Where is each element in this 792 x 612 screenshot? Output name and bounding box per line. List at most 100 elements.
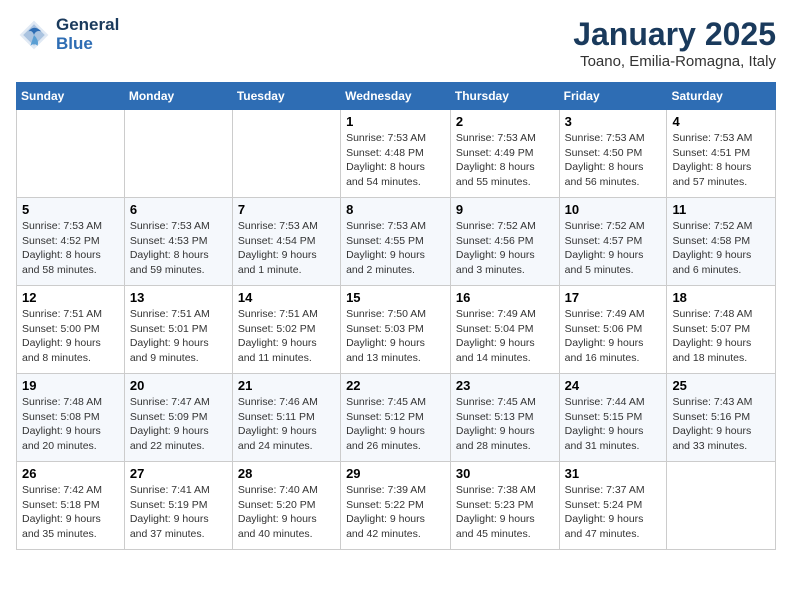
calendar-week-row: 1 Sunrise: 7:53 AM Sunset: 4:48 PM Daylig… [17,110,776,198]
calendar-cell: 26 Sunrise: 7:42 AM Sunset: 5:18 PM Dayli… [17,462,125,550]
day-info: Sunrise: 7:43 AM Sunset: 5:16 PM Dayligh… [672,395,770,454]
day-info: Sunrise: 7:45 AM Sunset: 5:13 PM Dayligh… [456,395,554,454]
calendar-cell: 23Sunrise: 7:45 AM Sunset: 5:13 PM Dayli… [450,374,559,462]
day-info: Sunrise: 7:45 AM Sunset: 5:12 PM Dayligh… [346,395,445,454]
calendar-cell: 1 Sunrise: 7:53 AM Sunset: 4:48 PM Daylig… [341,110,451,198]
day-number: 26 [22,466,119,481]
calendar-cell: 3 Sunrise: 7:53 AM Sunset: 4:50 PM Daylig… [559,110,667,198]
day-number: 3 [565,114,662,129]
title-block: January 2025 Toano, Emilia-Romagna, Ital… [573,16,776,70]
day-number: 21 [238,378,335,393]
calendar-cell [667,462,776,550]
day-number: 16 [456,290,554,305]
calendar-cell: 4Sunrise: 7:53 AM Sunset: 4:51 PM Daylig… [667,110,776,198]
day-number: 7 [238,202,335,217]
day-info: Sunrise: 7:48 AM Sunset: 5:08 PM Dayligh… [22,395,119,454]
day-info: Sunrise: 7:49 AM Sunset: 5:06 PM Dayligh… [565,307,662,366]
calendar-table: SundayMondayTuesdayWednesdayThursdayFrid… [16,82,776,550]
weekday-header: Monday [124,83,232,110]
calendar-cell: 5 Sunrise: 7:53 AM Sunset: 4:52 PM Daylig… [17,198,125,286]
calendar-cell: 17Sunrise: 7:49 AM Sunset: 5:06 PM Dayli… [559,286,667,374]
calendar-cell: 16 Sunrise: 7:49 AM Sunset: 5:04 PM Dayli… [450,286,559,374]
calendar-cell: 2 Sunrise: 7:53 AM Sunset: 4:49 PM Daylig… [450,110,559,198]
day-number: 29 [346,466,445,481]
day-info: Sunrise: 7:38 AM Sunset: 5:23 PM Dayligh… [456,483,554,542]
day-info: Sunrise: 7:52 AM Sunset: 4:57 PM Dayligh… [565,219,662,278]
calendar-cell: 10 Sunrise: 7:52 AM Sunset: 4:57 PM Dayli… [559,198,667,286]
day-info: Sunrise: 7:39 AM Sunset: 5:22 PM Dayligh… [346,483,445,542]
calendar-cell: 7Sunrise: 7:53 AM Sunset: 4:54 PM Daylig… [232,198,340,286]
calendar-cell: 19 Sunrise: 7:48 AM Sunset: 5:08 PM Dayli… [17,374,125,462]
calendar-cell [124,110,232,198]
day-number: 12 [22,290,119,305]
day-info: Sunrise: 7:50 AM Sunset: 5:03 PM Dayligh… [346,307,445,366]
day-info: Sunrise: 7:46 AM Sunset: 5:11 PM Dayligh… [238,395,335,454]
weekday-header: Wednesday [341,83,451,110]
day-number: 5 [22,202,119,217]
calendar-cell: 11 Sunrise: 7:52 AM Sunset: 4:58 PM Dayli… [667,198,776,286]
calendar-cell: 27Sunrise: 7:41 AM Sunset: 5:19 PM Dayli… [124,462,232,550]
day-info: Sunrise: 7:51 AM Sunset: 5:02 PM Dayligh… [238,307,335,366]
day-number: 1 [346,114,445,129]
day-number: 14 [238,290,335,305]
calendar-cell: 8Sunrise: 7:53 AM Sunset: 4:55 PM Daylig… [341,198,451,286]
calendar-cell [232,110,340,198]
weekday-header-row: SundayMondayTuesdayWednesdayThursdayFrid… [17,83,776,110]
calendar-cell: 22 Sunrise: 7:45 AM Sunset: 5:12 PM Dayli… [341,374,451,462]
weekday-header: Friday [559,83,667,110]
calendar-week-row: 12 Sunrise: 7:51 AM Sunset: 5:00 PM Dayli… [17,286,776,374]
calendar-cell: 14 Sunrise: 7:51 AM Sunset: 5:02 PM Dayli… [232,286,340,374]
day-info: Sunrise: 7:53 AM Sunset: 4:53 PM Dayligh… [130,219,227,278]
calendar-cell: 9Sunrise: 7:52 AM Sunset: 4:56 PM Daylig… [450,198,559,286]
calendar-cell: 21 Sunrise: 7:46 AM Sunset: 5:11 PM Dayli… [232,374,340,462]
day-number: 6 [130,202,227,217]
day-number: 31 [565,466,662,481]
day-info: Sunrise: 7:37 AM Sunset: 5:24 PM Dayligh… [565,483,662,542]
calendar-cell: 13Sunrise: 7:51 AM Sunset: 5:01 PM Dayli… [124,286,232,374]
calendar-cell: 12 Sunrise: 7:51 AM Sunset: 5:00 PM Dayli… [17,286,125,374]
day-info: Sunrise: 7:53 AM Sunset: 4:52 PM Dayligh… [22,219,119,278]
logo-icon [16,17,52,53]
calendar-cell: 31 Sunrise: 7:37 AM Sunset: 5:24 PM Dayli… [559,462,667,550]
calendar-cell: 25 Sunrise: 7:43 AM Sunset: 5:16 PM Dayli… [667,374,776,462]
day-number: 4 [672,114,770,129]
logo-text-blue: Blue [56,35,119,54]
day-info: Sunrise: 7:53 AM Sunset: 4:50 PM Dayligh… [565,131,662,190]
day-info: Sunrise: 7:49 AM Sunset: 5:04 PM Dayligh… [456,307,554,366]
calendar-week-row: 26 Sunrise: 7:42 AM Sunset: 5:18 PM Dayli… [17,462,776,550]
calendar-cell: 24Sunrise: 7:44 AM Sunset: 5:15 PM Dayli… [559,374,667,462]
calendar-cell: 29 Sunrise: 7:39 AM Sunset: 5:22 PM Dayli… [341,462,451,550]
day-number: 13 [130,290,227,305]
calendar-cell: 15 Sunrise: 7:50 AM Sunset: 5:03 PM Dayli… [341,286,451,374]
day-number: 25 [672,378,770,393]
day-number: 10 [565,202,662,217]
day-number: 28 [238,466,335,481]
calendar-cell [17,110,125,198]
day-info: Sunrise: 7:48 AM Sunset: 5:07 PM Dayligh… [672,307,770,366]
day-info: Sunrise: 7:53 AM Sunset: 4:48 PM Dayligh… [346,131,445,190]
weekday-header: Saturday [667,83,776,110]
page-header: General Blue January 2025 Toano, Emilia-… [16,16,776,70]
calendar-subtitle: Toano, Emilia-Romagna, Italy [573,53,776,70]
day-info: Sunrise: 7:40 AM Sunset: 5:20 PM Dayligh… [238,483,335,542]
day-info: Sunrise: 7:51 AM Sunset: 5:00 PM Dayligh… [22,307,119,366]
day-info: Sunrise: 7:42 AM Sunset: 5:18 PM Dayligh… [22,483,119,542]
day-info: Sunrise: 7:52 AM Sunset: 4:58 PM Dayligh… [672,219,770,278]
day-number: 20 [130,378,227,393]
day-info: Sunrise: 7:44 AM Sunset: 5:15 PM Dayligh… [565,395,662,454]
day-number: 19 [22,378,119,393]
day-info: Sunrise: 7:53 AM Sunset: 4:49 PM Dayligh… [456,131,554,190]
logo-text-general: General [56,16,119,35]
day-number: 15 [346,290,445,305]
day-number: 2 [456,114,554,129]
calendar-cell: 28 Sunrise: 7:40 AM Sunset: 5:20 PM Dayli… [232,462,340,550]
calendar-week-row: 19 Sunrise: 7:48 AM Sunset: 5:08 PM Dayli… [17,374,776,462]
day-number: 22 [346,378,445,393]
weekday-header: Sunday [17,83,125,110]
day-info: Sunrise: 7:47 AM Sunset: 5:09 PM Dayligh… [130,395,227,454]
day-number: 11 [672,202,770,217]
logo: General Blue [16,16,119,53]
calendar-cell: 30Sunrise: 7:38 AM Sunset: 5:23 PM Dayli… [450,462,559,550]
day-number: 9 [456,202,554,217]
calendar-cell: 18Sunrise: 7:48 AM Sunset: 5:07 PM Dayli… [667,286,776,374]
